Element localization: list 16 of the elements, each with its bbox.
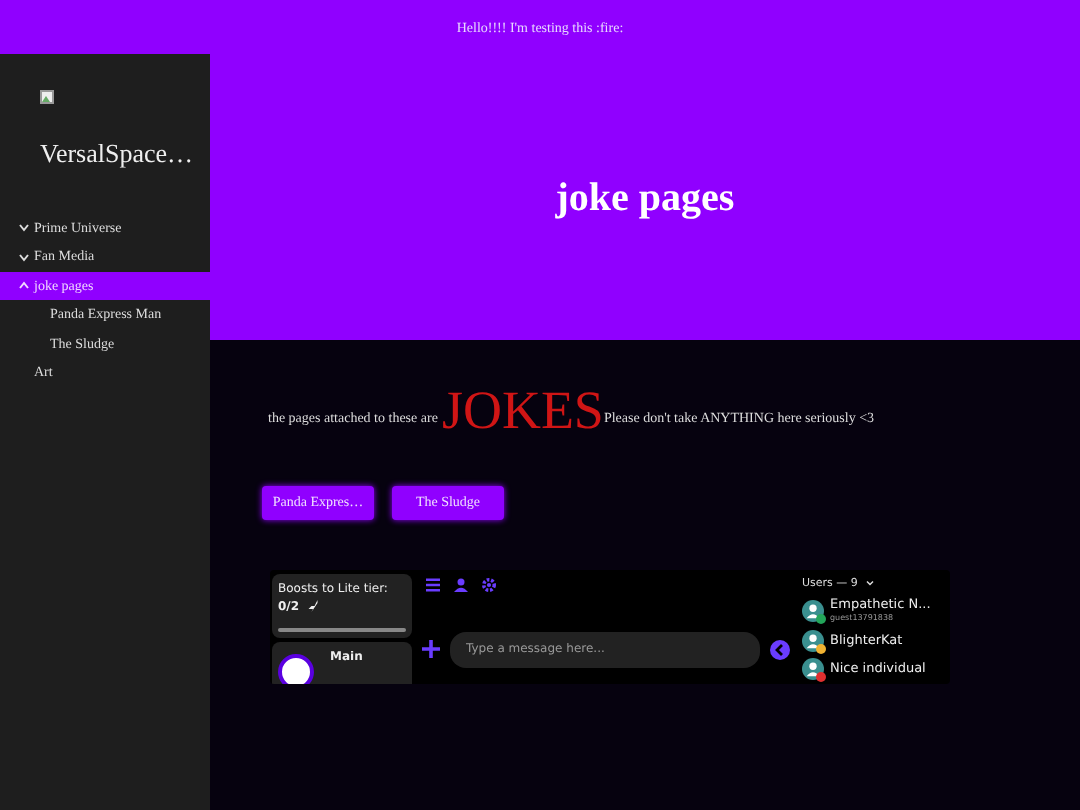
channel-avatar-icon xyxy=(278,653,314,683)
jokes-heading: JOKES xyxy=(441,384,604,438)
chevron-icon[interactable] xyxy=(18,251,30,262)
site-title: VersalSpace… xyxy=(40,136,194,172)
user-avatar-icon xyxy=(802,629,824,652)
broken-image-icon xyxy=(40,90,54,104)
page-title: joke pages xyxy=(555,173,735,221)
add-icon[interactable] xyxy=(422,640,440,658)
settings-icon[interactable] xyxy=(482,577,496,591)
menu-icon[interactable] xyxy=(426,577,440,591)
user-icon[interactable] xyxy=(454,577,468,591)
user-avatar-icon xyxy=(802,599,824,622)
chevron-icon[interactable] xyxy=(18,222,30,233)
chevron-icon[interactable] xyxy=(865,580,874,587)
collapse-icon[interactable] xyxy=(770,639,790,659)
user-avatar-icon xyxy=(802,657,824,680)
